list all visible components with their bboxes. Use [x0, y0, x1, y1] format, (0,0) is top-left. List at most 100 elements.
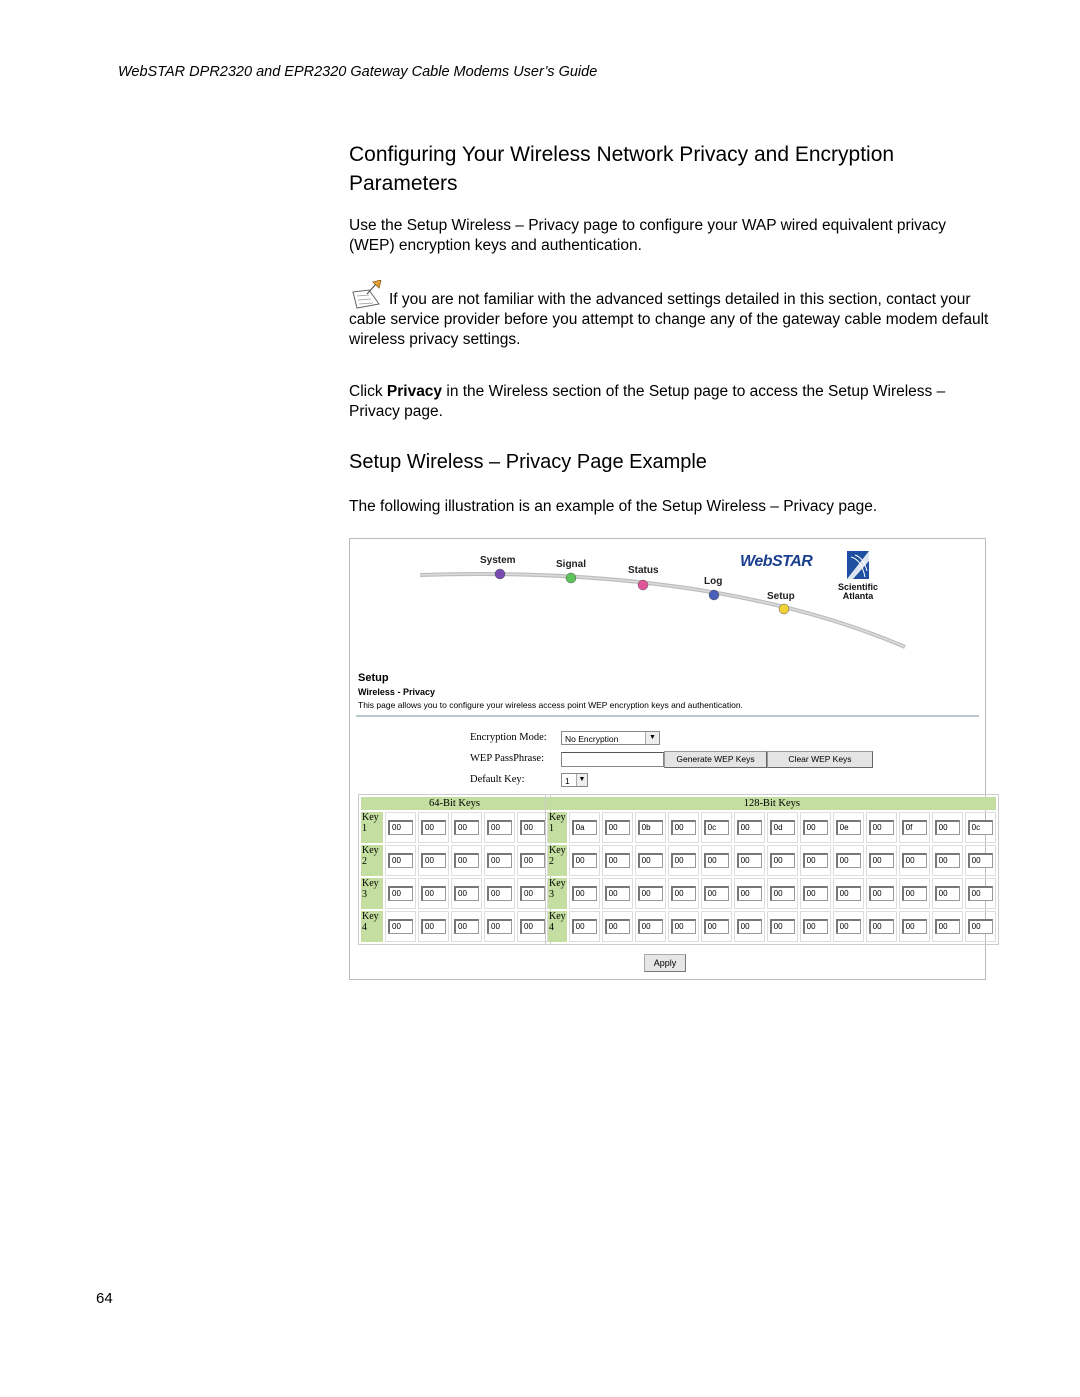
subsection-intro: The following illustration is an example… — [349, 498, 878, 515]
64bit-key-input[interactable]: 00 — [520, 853, 545, 868]
64bit-key-input[interactable]: 00 — [520, 919, 545, 934]
nav-dot-signal[interactable] — [565, 572, 577, 584]
128bit-key-input[interactable]: 00 — [736, 919, 762, 934]
128bit-key-input[interactable]: 00 — [868, 820, 894, 835]
128bit-key-input[interactable]: 00 — [934, 853, 960, 868]
apply-button[interactable]: Apply — [644, 954, 686, 972]
nav-dot-setup[interactable] — [778, 603, 790, 615]
key-label: Key 1 — [361, 812, 383, 843]
nav-dot-log[interactable] — [708, 589, 720, 601]
64bit-key-row: Key 2 00 00 00 00 00 — [361, 845, 548, 876]
128bit-key-input[interactable]: 0f — [901, 820, 927, 835]
128bit-key-input[interactable]: 00 — [868, 886, 894, 901]
128bit-key-input[interactable]: 00 — [934, 919, 960, 934]
128bit-key-input[interactable]: 00 — [769, 919, 795, 934]
128bit-key-input[interactable]: 0a — [571, 820, 597, 835]
128bit-key-input[interactable]: 00 — [637, 886, 663, 901]
64bit-key-input[interactable]: 00 — [487, 820, 512, 835]
64bit-key-input[interactable]: 00 — [454, 919, 479, 934]
nav-dot-system[interactable] — [494, 568, 506, 580]
128bit-key-input[interactable]: 00 — [736, 886, 762, 901]
64bit-key-input[interactable]: 00 — [487, 853, 512, 868]
128bit-key-input[interactable]: 00 — [637, 919, 663, 934]
128bit-key-input[interactable]: 00 — [670, 853, 696, 868]
key-cell: 00 — [865, 845, 897, 876]
128bit-key-input[interactable]: 00 — [802, 820, 828, 835]
128bit-key-input[interactable]: 00 — [967, 853, 993, 868]
128bit-key-input[interactable]: 00 — [637, 853, 663, 868]
64bit-key-input[interactable]: 00 — [421, 919, 446, 934]
128bit-key-input[interactable]: 00 — [736, 853, 762, 868]
128bit-key-input[interactable]: 00 — [769, 853, 795, 868]
64bit-key-input[interactable]: 00 — [388, 919, 413, 934]
128bit-key-input[interactable]: 00 — [835, 886, 861, 901]
128bit-key-input[interactable]: 00 — [868, 919, 894, 934]
key-cell: 00 — [601, 911, 633, 942]
128bit-key-input[interactable]: 00 — [736, 820, 762, 835]
key-cell: 00 — [451, 812, 482, 843]
nav-item-status[interactable]: Status — [628, 565, 659, 576]
generate-wep-keys-button[interactable]: Generate WEP Keys — [664, 751, 767, 768]
128bit-key-input[interactable]: 00 — [835, 919, 861, 934]
128bit-key-input[interactable]: 00 — [571, 853, 597, 868]
clear-wep-keys-button[interactable]: Clear WEP Keys — [767, 751, 873, 768]
128bit-key-input[interactable]: 00 — [967, 919, 993, 934]
key-cell: 00 — [766, 878, 798, 909]
64bit-key-input[interactable]: 00 — [388, 820, 413, 835]
64bit-key-input[interactable]: 00 — [487, 919, 512, 934]
key-cell: 00 — [799, 812, 831, 843]
128bit-key-input[interactable]: 00 — [868, 853, 894, 868]
128bit-key-input[interactable]: 00 — [571, 886, 597, 901]
nav-item-signal[interactable]: Signal — [556, 559, 586, 570]
128bit-key-input[interactable]: 00 — [769, 886, 795, 901]
128bit-key-input[interactable]: 0d — [769, 820, 795, 835]
128bit-key-input[interactable]: 00 — [835, 853, 861, 868]
128bit-key-input[interactable]: 00 — [901, 919, 927, 934]
128bit-key-input[interactable]: 00 — [802, 886, 828, 901]
128bit-key-input[interactable]: 00 — [703, 853, 729, 868]
64bit-key-input[interactable]: 00 — [454, 886, 479, 901]
64bit-key-input[interactable]: 00 — [454, 853, 479, 868]
128bit-key-input[interactable]: 00 — [703, 919, 729, 934]
128bit-key-input[interactable]: 0c — [703, 820, 729, 835]
128bit-key-input[interactable]: 00 — [670, 820, 696, 835]
128bit-key-input[interactable]: 00 — [967, 886, 993, 901]
128bit-key-input[interactable]: 0c — [967, 820, 993, 835]
128bit-key-input[interactable]: 00 — [934, 886, 960, 901]
key-cell: 00 — [517, 845, 548, 876]
64bit-key-input[interactable]: 00 — [421, 853, 446, 868]
key-label-text: Key — [549, 812, 566, 823]
128bit-key-input[interactable]: 00 — [670, 886, 696, 901]
128bit-key-input[interactable]: 00 — [901, 886, 927, 901]
128bit-key-input[interactable]: 00 — [604, 886, 630, 901]
64bit-key-input[interactable]: 00 — [454, 820, 479, 835]
128bit-key-input[interactable]: 0e — [835, 820, 861, 835]
nav-item-system[interactable]: System — [480, 555, 516, 566]
key-cell: 00 — [964, 878, 996, 909]
nav-dot-status[interactable] — [637, 579, 649, 591]
passphrase-input[interactable] — [561, 752, 664, 767]
64bit-key-input[interactable]: 00 — [520, 820, 545, 835]
64bit-key-input[interactable]: 00 — [421, 886, 446, 901]
128bit-key-input[interactable]: 00 — [802, 853, 828, 868]
128bit-key-input[interactable]: 0b — [637, 820, 663, 835]
64bit-key-input[interactable]: 00 — [487, 886, 512, 901]
64bit-key-input[interactable]: 00 — [388, 886, 413, 901]
128bit-key-input[interactable]: 00 — [604, 919, 630, 934]
default-key-select[interactable]: 1 ▼ — [561, 773, 588, 787]
128bit-key-input[interactable]: 00 — [604, 820, 630, 835]
64bit-key-input[interactable]: 00 — [421, 820, 446, 835]
128bit-key-input[interactable]: 00 — [802, 919, 828, 934]
128bit-key-input[interactable]: 00 — [604, 853, 630, 868]
128bit-key-input[interactable]: 00 — [901, 853, 927, 868]
nav-item-log[interactable]: Log — [704, 576, 722, 587]
nav-item-setup[interactable]: Setup — [767, 591, 795, 602]
128bit-key-input[interactable]: 00 — [670, 919, 696, 934]
encryption-mode-select[interactable]: No Encryption ▼ — [561, 731, 660, 745]
64bit-key-input[interactable]: 00 — [520, 886, 545, 901]
128bit-key-input[interactable]: 00 — [703, 886, 729, 901]
key-cell: 0c — [700, 812, 732, 843]
64bit-key-input[interactable]: 00 — [388, 853, 413, 868]
128bit-key-input[interactable]: 00 — [571, 919, 597, 934]
128bit-key-input[interactable]: 00 — [934, 820, 960, 835]
